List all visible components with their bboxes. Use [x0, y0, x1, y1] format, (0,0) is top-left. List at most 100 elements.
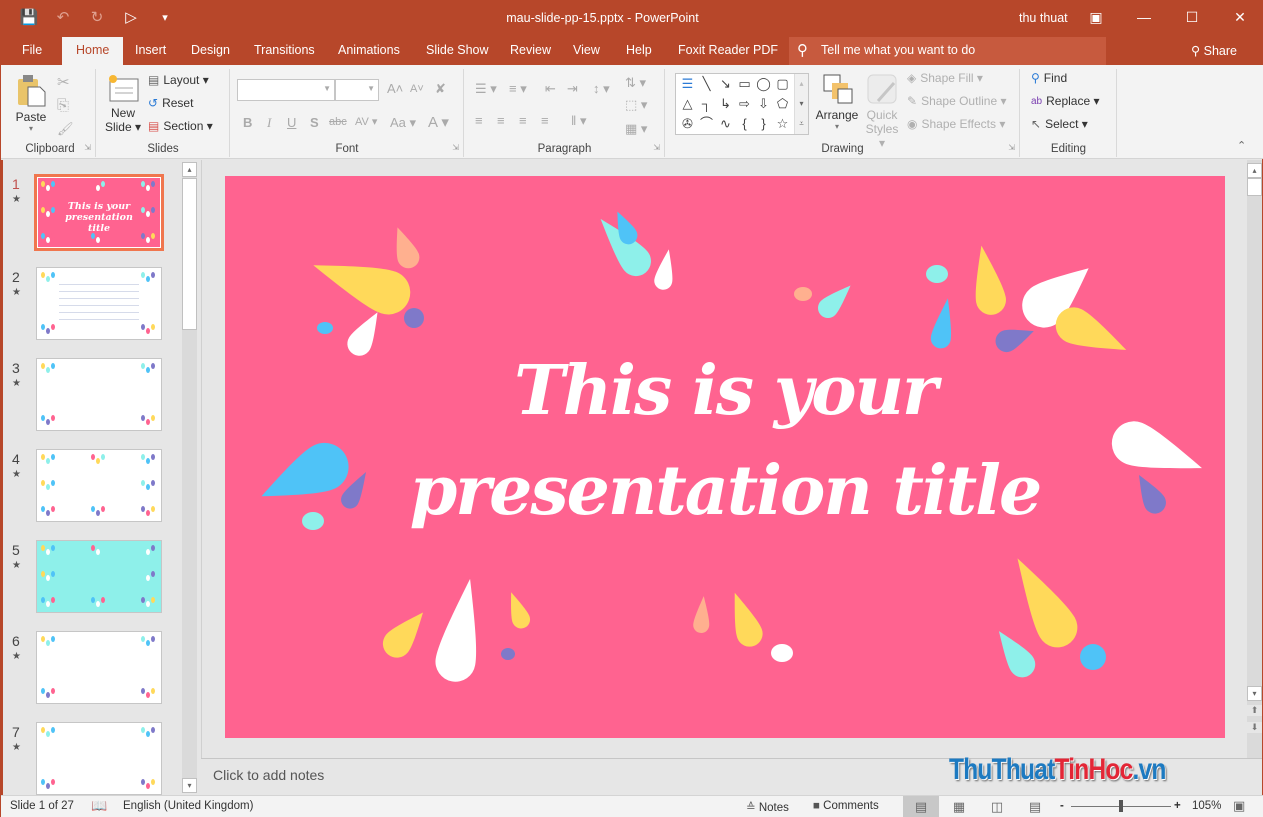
collapse-ribbon-icon[interactable]: ⌃: [1237, 139, 1246, 152]
zoom-level[interactable]: 105%: [1192, 800, 1221, 812]
shape-option[interactable]: ┐: [697, 94, 716, 114]
quick-styles-button[interactable]: Quick Styles ▾: [861, 73, 903, 150]
gallery-scroll-down[interactable]: ▾: [795, 94, 808, 114]
tell-me-search[interactable]: ⚲ Tell me what you want to do: [789, 37, 1106, 65]
shape-option[interactable]: ☆: [773, 114, 792, 134]
arrange-button[interactable]: Arrange ▾: [813, 73, 861, 131]
shape-option[interactable]: ⇨: [735, 94, 754, 114]
select-button[interactable]: ↖ Select ▾: [1031, 117, 1088, 131]
character-spacing-button[interactable]: AV ▾: [355, 115, 377, 128]
shape-option[interactable]: ◯: [754, 74, 773, 94]
center-button[interactable]: ≡: [497, 113, 505, 128]
new-slide-button[interactable]: New Slide ▾: [103, 73, 143, 134]
font-size-combobox[interactable]: ▼: [335, 79, 379, 101]
paste-dropdown-arrow[interactable]: ▾: [11, 124, 51, 133]
scroll-up-button[interactable]: ▴: [182, 162, 197, 177]
scroll-up-button[interactable]: ▴: [1247, 163, 1262, 178]
grow-font-button[interactable]: A˄: [387, 81, 403, 96]
bold-button[interactable]: B: [243, 115, 252, 130]
shape-option[interactable]: ⇩: [754, 94, 773, 114]
slide-thumbnail[interactable]: [36, 358, 162, 431]
slide-thumbnail[interactable]: [36, 449, 162, 522]
slide-thumbnail[interactable]: [36, 631, 162, 704]
paragraph-dialog-launcher[interactable]: ⇲: [653, 143, 660, 152]
slide-thumbnail[interactable]: [36, 722, 162, 795]
user-name[interactable]: thu thuat: [1019, 11, 1068, 25]
zoom-slider-thumb[interactable]: [1119, 800, 1123, 812]
clear-formatting-button[interactable]: ✘: [435, 81, 446, 97]
shape-option[interactable]: △: [678, 94, 697, 114]
shape-option[interactable]: ↘: [716, 74, 735, 94]
tab-home[interactable]: Home: [62, 37, 124, 65]
comments-button[interactable]: ■ Comments: [813, 800, 879, 812]
font-name-combobox[interactable]: ▼: [237, 79, 335, 101]
increase-indent-button[interactable]: ⇥: [567, 81, 578, 97]
reset-button[interactable]: ↺ Reset: [148, 96, 193, 110]
align-right-button[interactable]: ≡: [519, 113, 527, 128]
cut-icon[interactable]: ✂: [57, 73, 70, 91]
share-button[interactable]: ⚲ Share: [1191, 43, 1237, 58]
drawing-dialog-launcher[interactable]: ⇲: [1008, 143, 1015, 152]
scrollbar-thumb[interactable]: [182, 178, 197, 330]
slide-scrollbar[interactable]: ▴ ▾ ⬆ ⬇: [1247, 160, 1262, 758]
shapes-gallery[interactable]: ☰ ╲ ↘ ▭ ◯ ▢ △ ┐ ↳ ⇨ ⇩ ⬠ ✇ ⌒ ∿{} ☆ ▴ ▾ ⩡: [675, 73, 809, 135]
scroll-down-button[interactable]: ▾: [182, 778, 197, 793]
tab-transitions[interactable]: Transitions: [254, 43, 315, 57]
ribbon-display-options-button[interactable]: ▣: [1072, 1, 1120, 35]
slide-canvas[interactable]: This is your presentation title: [225, 176, 1225, 738]
slide-sorter-view-button[interactable]: ▦: [941, 796, 977, 817]
tab-design[interactable]: Design: [191, 43, 230, 57]
tab-help[interactable]: Help: [626, 43, 652, 57]
notes-toggle-button[interactable]: ≙ Notes: [746, 800, 789, 814]
tab-foxit-reader-pdf[interactable]: Foxit Reader PDF: [678, 43, 778, 57]
find-button[interactable]: ⚲ Find: [1031, 71, 1067, 85]
convert-to-smartart-button[interactable]: ▦ ▾: [625, 121, 647, 137]
shape-option[interactable]: ∿: [716, 114, 735, 134]
change-case-button[interactable]: Aa ▾: [390, 115, 416, 131]
decrease-indent-button[interactable]: ⇤: [545, 81, 556, 97]
thumbnails-scrollbar[interactable]: ▴ ▾: [182, 162, 197, 793]
normal-view-button[interactable]: ▤: [903, 796, 939, 817]
underline-button[interactable]: U: [287, 115, 296, 130]
font-dialog-launcher[interactable]: ⇲: [452, 143, 459, 152]
shape-fill-button[interactable]: ◈ Shape Fill ▾: [907, 71, 983, 85]
slide-thumbnail[interactable]: This is your presentation title: [34, 174, 164, 251]
clipboard-dialog-launcher[interactable]: ⇲: [84, 143, 91, 152]
fit-slide-to-window-icon[interactable]: ▣: [1233, 798, 1245, 814]
tab-insert[interactable]: Insert: [135, 43, 166, 57]
layout-button[interactable]: ▤ Layout ▾: [148, 73, 209, 87]
close-button[interactable]: ✕: [1216, 1, 1263, 35]
slide-thumbnail[interactable]: [36, 267, 162, 340]
text-shadow-button[interactable]: S: [310, 115, 319, 130]
previous-slide-button[interactable]: ⬆: [1247, 705, 1262, 716]
zoom-in-button[interactable]: +: [1174, 800, 1181, 812]
shape-option[interactable]: ✇: [678, 114, 697, 134]
tab-slide-show[interactable]: Slide Show: [426, 43, 489, 57]
shape-option[interactable]: }: [754, 114, 773, 134]
copy-icon[interactable]: ⎘: [57, 97, 69, 114]
reading-view-button[interactable]: ◫: [979, 796, 1015, 817]
slide-thumbnail[interactable]: [36, 540, 162, 613]
columns-button[interactable]: ‖ ▾: [571, 113, 587, 129]
section-button[interactable]: ▤ Section ▾: [148, 119, 213, 133]
bullets-button[interactable]: ☰ ▾: [475, 81, 497, 97]
text-direction-button[interactable]: ⇅ ▾: [625, 75, 646, 91]
shape-option[interactable]: ▢: [773, 74, 792, 94]
slide-title-placeholder[interactable]: This is your presentation title: [225, 341, 1225, 541]
maximize-button[interactable]: ☐: [1168, 1, 1216, 35]
numbering-button[interactable]: ≡ ▾: [509, 81, 527, 97]
zoom-out-button[interactable]: -: [1060, 800, 1064, 812]
shape-option[interactable]: {: [735, 114, 754, 134]
align-left-button[interactable]: ≡: [475, 113, 483, 128]
gallery-scroll-up[interactable]: ▴: [795, 74, 808, 94]
paste-button[interactable]: Paste ▾: [11, 73, 51, 133]
shape-option[interactable]: ▭: [735, 74, 754, 94]
line-spacing-button[interactable]: ↕ ▾: [593, 81, 610, 97]
font-color-button[interactable]: A ▾: [428, 113, 449, 131]
replace-button[interactable]: ab Replace ▾: [1031, 94, 1100, 108]
shrink-font-button[interactable]: A˅: [410, 83, 424, 95]
tab-file[interactable]: File: [22, 43, 42, 57]
tab-animations[interactable]: Animations: [338, 43, 400, 57]
shape-option[interactable]: ↳: [716, 94, 735, 114]
justify-button[interactable]: ≡: [541, 113, 549, 128]
